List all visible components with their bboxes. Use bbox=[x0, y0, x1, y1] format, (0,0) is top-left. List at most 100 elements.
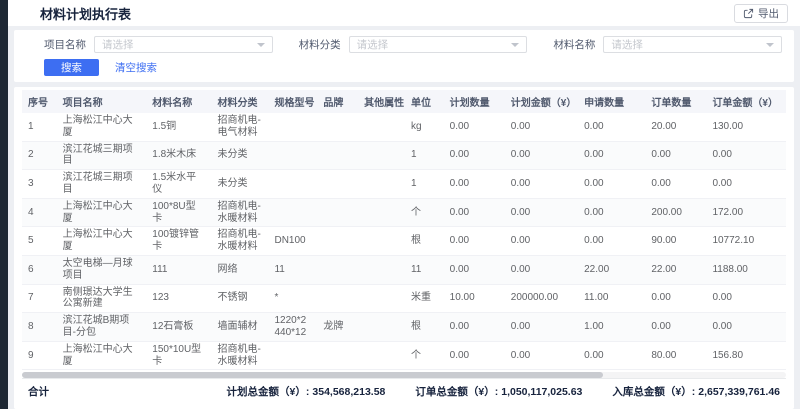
filter-select[interactable]: 请选择 bbox=[94, 36, 273, 53]
filter-group: 材料名称请选择 bbox=[553, 36, 782, 53]
table-row[interactable]: 6太空电梯—月球项目111网络11110.000.0022.0022.00118… bbox=[22, 255, 786, 284]
filter-select[interactable]: 请选择 bbox=[349, 36, 528, 53]
table-row[interactable]: 4上海松江中心大厦100*8U型卡招商机电-水暖材料个0.000.000.002… bbox=[22, 198, 786, 227]
table-cell bbox=[317, 198, 358, 227]
summary-item: 计划总金额（¥）:354,568,213.58 bbox=[227, 384, 386, 399]
table-cell: 0.00 bbox=[645, 284, 706, 313]
table-cell: 上海松江中心大厦 bbox=[57, 113, 147, 141]
filter-panel: 项目名称请选择材料分类请选择材料名称请选择 搜索 清空搜索 bbox=[14, 30, 794, 82]
table-cell: 招商机电-水暖材料 bbox=[211, 227, 268, 256]
table-cell: 11.00 bbox=[578, 284, 645, 313]
table-cell: 22.00 bbox=[645, 255, 706, 284]
table-cell bbox=[358, 141, 405, 170]
table-body: 1上海松江中心大厦1.5铜招商机电-电气材料kg0.000.000.0020.0… bbox=[22, 113, 786, 370]
table-cell: 0.00 bbox=[505, 198, 578, 227]
table-row[interactable]: 5上海松江中心大厦100镀锌管卡招商机电-水暖材料DN100根0.000.000… bbox=[22, 227, 786, 256]
column-header: 单位 bbox=[405, 90, 444, 113]
table-cell: 1.00 bbox=[578, 313, 645, 342]
table-cell bbox=[268, 141, 317, 170]
table-cell: 0.00 bbox=[444, 170, 505, 199]
table-cell: 1 bbox=[405, 141, 444, 170]
table-cell: 滨江花城三期项目 bbox=[57, 141, 147, 170]
table-row[interactable]: 1上海松江中心大厦1.5铜招商机电-电气材料kg0.000.000.0020.0… bbox=[22, 113, 786, 141]
table-cell: 10772.10 bbox=[706, 227, 786, 256]
table-cell: 滨江花城B期项目-分包 bbox=[57, 313, 147, 342]
table-cell: 0.00 bbox=[505, 141, 578, 170]
table-cell: DN100 bbox=[268, 227, 317, 256]
table-cell: 未分类 bbox=[211, 170, 268, 199]
select-placeholder: 请选择 bbox=[611, 37, 766, 52]
table-cell: 80.00 bbox=[645, 341, 706, 370]
table-row[interactable]: 3滨江花城三期项目1.5米水平仪未分类10.000.000.000.000.00 bbox=[22, 170, 786, 199]
table-cell: 0.00 bbox=[444, 141, 505, 170]
summary-item-label: 计划总金额（¥）: bbox=[227, 386, 310, 398]
table-row[interactable]: 9上海松江中心大厦150*10U型卡招商机电-水暖材料个0.000.000.00… bbox=[22, 341, 786, 370]
table-cell bbox=[317, 284, 358, 313]
table-cell: 0.00 bbox=[706, 284, 786, 313]
table-cell: 未分类 bbox=[211, 141, 268, 170]
table-cell: 100镀锌管卡 bbox=[146, 227, 211, 256]
table-cell bbox=[317, 255, 358, 284]
table-cell: 1 bbox=[22, 113, 57, 141]
table-cell: 0.00 bbox=[645, 313, 706, 342]
table-row[interactable]: 7南侧璟达大学生公寓新建123不锈钢*米重10.00200000.0011.00… bbox=[22, 284, 786, 313]
table-cell: 0.00 bbox=[444, 313, 505, 342]
page-header: 材料计划执行表 导出 bbox=[8, 0, 800, 26]
table-cell: 上海松江中心大厦 bbox=[57, 198, 147, 227]
table-cell: * bbox=[268, 284, 317, 313]
table-cell: 上海松江中心大厦 bbox=[57, 341, 147, 370]
table-cell: 0.00 bbox=[505, 227, 578, 256]
export-button[interactable]: 导出 bbox=[734, 4, 788, 23]
table-cell: 0.00 bbox=[578, 227, 645, 256]
table-cell bbox=[358, 341, 405, 370]
table-cell: 1 bbox=[405, 170, 444, 199]
table-cell: 招商机电-水暖材料 bbox=[211, 198, 268, 227]
table-cell: 0.00 bbox=[505, 170, 578, 199]
table-cell: 130.00 bbox=[706, 113, 786, 141]
table-cell bbox=[358, 227, 405, 256]
table-cell: 0.00 bbox=[505, 113, 578, 141]
table-cell: 0.00 bbox=[578, 113, 645, 141]
summary-item-label: 入库总金额（¥）: bbox=[612, 386, 695, 398]
filter-label: 项目名称 bbox=[44, 37, 86, 52]
column-header: 申请数量 bbox=[578, 90, 645, 113]
table-cell: 龙牌 bbox=[317, 313, 358, 342]
table-cell: 1.5铜 bbox=[146, 113, 211, 141]
table-cell bbox=[317, 170, 358, 199]
table-cell: 0.00 bbox=[444, 227, 505, 256]
table-cell: 南侧璟达大学生公寓新建 bbox=[57, 284, 147, 313]
table-cell bbox=[358, 255, 405, 284]
table-cell: 墙面辅材 bbox=[211, 313, 268, 342]
table-cell: 0.00 bbox=[505, 341, 578, 370]
column-header: 材料分类 bbox=[211, 90, 268, 113]
table-cell bbox=[358, 284, 405, 313]
table-cell: 0.00 bbox=[505, 313, 578, 342]
table-cell: 招商机电-电气材料 bbox=[211, 113, 268, 141]
search-button[interactable]: 搜索 bbox=[44, 59, 99, 76]
filter-select[interactable]: 请选择 bbox=[603, 36, 782, 53]
table-cell: 滨江花城三期项目 bbox=[57, 170, 147, 199]
clear-search-button[interactable]: 清空搜索 bbox=[115, 60, 157, 75]
column-header: 其他属性 bbox=[358, 90, 405, 113]
table-cell bbox=[317, 141, 358, 170]
export-icon bbox=[743, 8, 754, 19]
table-header-row: 序号项目名称材料名称材料分类规格型号品牌其他属性单位计划数量计划金额（¥）申请数… bbox=[22, 90, 786, 113]
summary-row: 合计 计划总金额（¥）:354,568,213.58订单总金额（¥）:1,050… bbox=[22, 378, 786, 404]
collapsed-sidebar[interactable] bbox=[0, 0, 8, 409]
select-placeholder: 请选择 bbox=[357, 37, 512, 52]
table-cell bbox=[358, 170, 405, 199]
table-cell bbox=[358, 198, 405, 227]
table-row[interactable]: 2滨江花城三期项目1.8米木床未分类10.000.000.000.000.00 bbox=[22, 141, 786, 170]
column-header: 品牌 bbox=[317, 90, 358, 113]
table-cell: 2 bbox=[22, 141, 57, 170]
table-cell: 0.00 bbox=[578, 141, 645, 170]
table-row[interactable]: 8滨江花城B期项目-分包12石膏板墙面辅材1220*2440*12龙牌根0.00… bbox=[22, 313, 786, 342]
table-cell: 0.00 bbox=[578, 341, 645, 370]
table-cell: 0.00 bbox=[645, 141, 706, 170]
table-cell: 156.80 bbox=[706, 341, 786, 370]
table-cell: 0.00 bbox=[444, 255, 505, 284]
summary-item-label: 订单总金额（¥）: bbox=[415, 386, 498, 398]
app-root: 材料计划执行表 导出 项目名称请选择材料分类请选择材料名称请选择 搜索 清空搜索 bbox=[0, 0, 800, 409]
summary-item: 订单总金额（¥）:1,050,117,025.63 bbox=[415, 384, 582, 399]
table-cell: 5 bbox=[22, 227, 57, 256]
